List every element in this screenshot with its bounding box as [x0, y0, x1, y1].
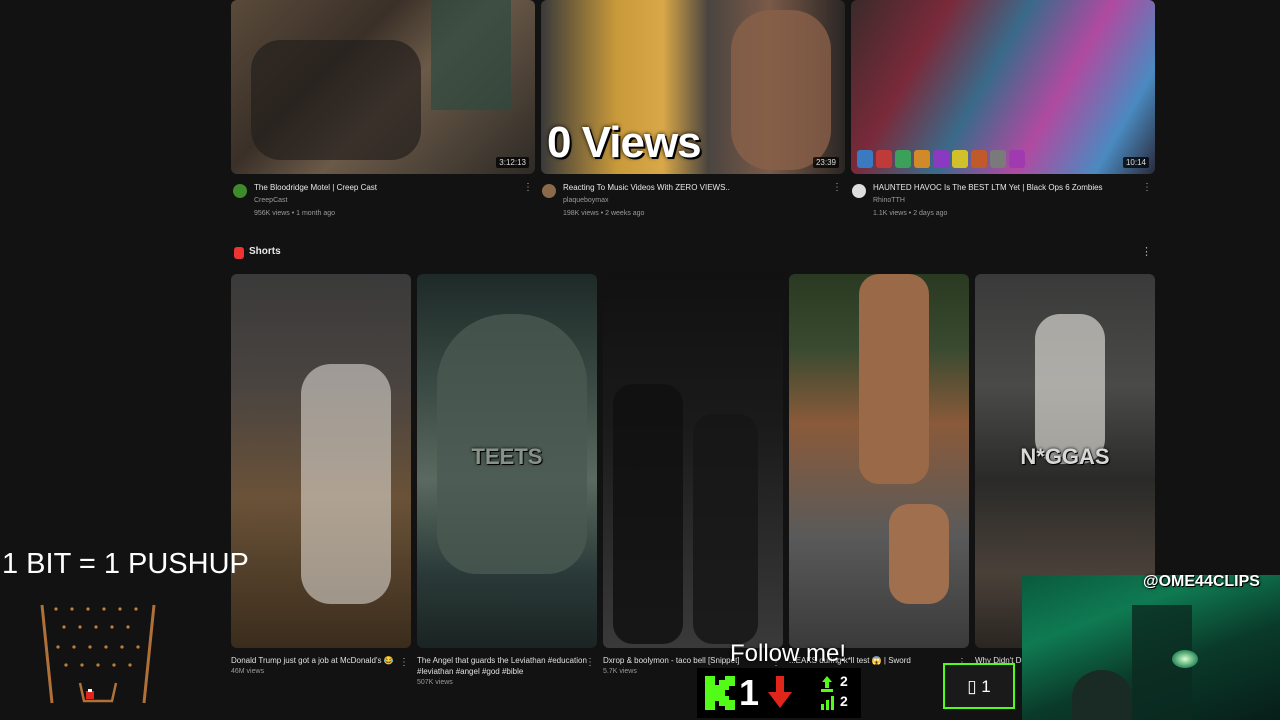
video-duration: 23:39: [812, 157, 839, 168]
thumbnail-art: [859, 274, 929, 484]
shorts-label: Shorts: [249, 246, 281, 257]
gift-counter: ▯ 1: [943, 663, 1015, 709]
clip-channel-handle: @OME44CLIPS: [1143, 573, 1260, 590]
video-stats: 198K views • 2 weeks ago: [563, 210, 645, 217]
shorts-logo-icon: [234, 247, 244, 259]
gift-count: ▯ 1: [967, 677, 991, 696]
thumbnail-art: [301, 364, 391, 604]
video-thumbnail-3[interactable]: 10:14: [851, 0, 1155, 174]
channel-name[interactable]: RhinoTTH: [873, 197, 905, 204]
thumbnail-art: [693, 414, 758, 644]
thumbnail-art: [1035, 314, 1105, 464]
follower-count: 1: [739, 672, 760, 713]
video-duration: 3:12:13: [496, 157, 529, 168]
short-meta-1: Donald Trump just got a job at McDonald'…: [231, 655, 411, 675]
more-options-icon[interactable]: ⋮: [399, 657, 409, 668]
channel-avatar[interactable]: [542, 184, 556, 198]
thumbnail-art: [251, 40, 421, 160]
video-title[interactable]: Reacting To Music Videos With ZERO VIEWS…: [563, 183, 730, 192]
short-meta-2: The Angel that guards the Leviathan #edu…: [417, 655, 597, 686]
video-thumbnail-2[interactable]: 0 Views 23:39: [541, 0, 845, 174]
short-title[interactable]: Donald Trump just got a job at McDonald'…: [231, 655, 411, 666]
short-thumbnail-1[interactable]: [231, 274, 411, 648]
video-stats: 956K views • 1 month ago: [254, 210, 336, 217]
channel-name[interactable]: CreepCast: [254, 197, 287, 204]
plinko-board: [40, 604, 156, 704]
video-title[interactable]: HAUNTED HAVOC Is The BEST LTM Yet | Blac…: [873, 183, 1103, 192]
more-options-icon[interactable]: ⋮: [523, 182, 533, 193]
more-options-icon[interactable]: ⋮: [585, 657, 595, 668]
perk-icons: [857, 150, 1025, 168]
video-duration: 10:14: [1122, 157, 1149, 168]
short-stats: 507K views: [417, 679, 453, 686]
channel-avatar[interactable]: [852, 184, 866, 198]
stats-icons: [821, 676, 834, 710]
channel-name[interactable]: plaqueboymax: [563, 197, 609, 204]
down-arrow-icon: [768, 676, 792, 708]
short-title[interactable]: The Angel that guards the Leviathan #edu…: [417, 655, 597, 666]
short-thumbnail-2[interactable]: TEETS: [417, 274, 597, 648]
more-options-icon[interactable]: ⋮: [1141, 245, 1152, 258]
thumbnail-overlay-text: 0 Views: [547, 118, 702, 167]
thumbnail-art: [889, 504, 949, 604]
kick-follower-widget: 1 2 2: [697, 668, 861, 718]
thumbnail-art: [731, 10, 831, 170]
pushup-rule-text: 1 BIT = 1 PUSHUP: [2, 548, 249, 580]
stat-value-a: 2: [840, 673, 848, 689]
video-stats: 1.1K views • 2 days ago: [873, 210, 948, 217]
video-title[interactable]: The Bloodridge Motel | Creep Cast: [254, 183, 377, 192]
more-options-icon[interactable]: ⋮: [1142, 182, 1152, 193]
kick-logo-icon: [705, 676, 735, 710]
short-title-line2[interactable]: #leviathan #angel #god #bible: [417, 666, 597, 677]
video-thumbnail-1[interactable]: 3:12:13: [231, 0, 535, 174]
thumbnail-art: [431, 0, 511, 110]
short-stats: 46M views: [231, 668, 265, 675]
short-thumbnail-3[interactable]: [603, 274, 783, 648]
more-options-icon[interactable]: ⋮: [832, 182, 842, 193]
stat-value-b: 2: [840, 693, 848, 709]
thumbnail-overlay-text: N*GGAS: [1020, 444, 1110, 469]
thumbnail-art: [613, 384, 683, 644]
channel-avatar[interactable]: [233, 184, 247, 198]
thumbnail-overlay-text: TEETS: [471, 444, 543, 469]
webcam-feed: [1022, 575, 1280, 720]
follow-me-text: Follow me!: [730, 640, 847, 667]
short-thumbnail-4[interactable]: [789, 274, 969, 648]
